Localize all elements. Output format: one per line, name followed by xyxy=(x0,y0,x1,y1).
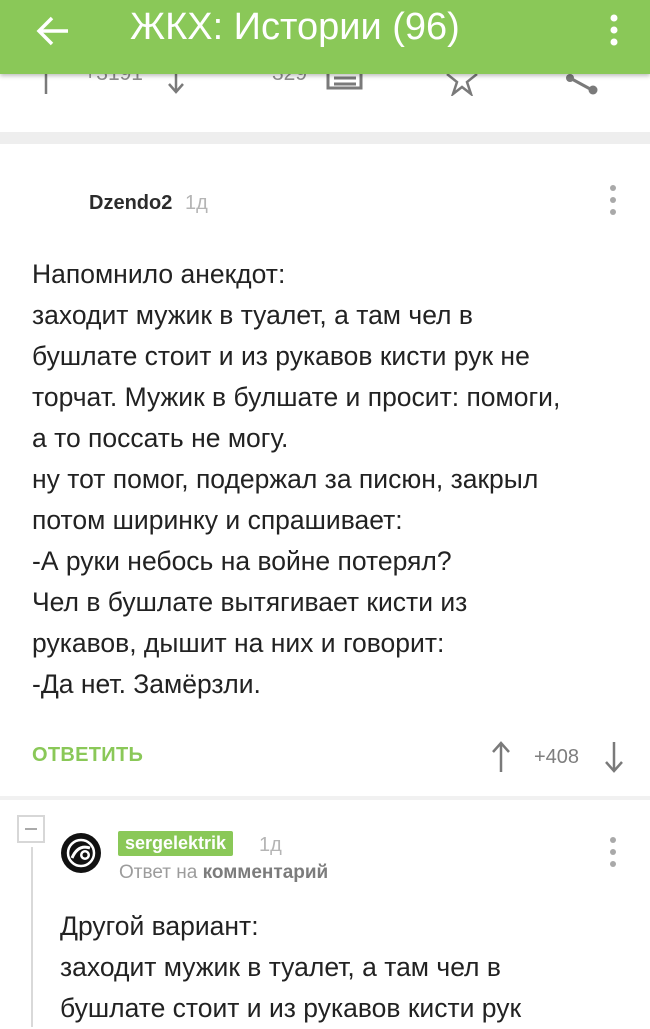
reply-to-link[interactable]: комментарий xyxy=(203,862,329,883)
comment-author[interactable]: Dzendo2 xyxy=(89,192,172,215)
reply-to-prefix: Ответ на xyxy=(119,862,198,883)
avatar[interactable] xyxy=(60,832,102,874)
post-rating: +3191 xyxy=(84,74,143,86)
minus-icon xyxy=(25,828,37,830)
comment-text: Другой вариант: заходит мужик в туалет, … xyxy=(60,911,522,1023)
comments-count: 329 xyxy=(272,74,307,86)
app-bar: ЖКХ: Истории (96) xyxy=(0,0,650,74)
comment-menu-icon[interactable] xyxy=(607,183,619,219)
reply-to-line: Ответ на комментарий xyxy=(119,862,328,884)
post-actions: +3191 329 xyxy=(0,74,650,132)
comment-rating: +408 xyxy=(534,746,580,768)
more-vertical-icon[interactable] xyxy=(602,10,626,50)
arrow-left-icon[interactable] xyxy=(30,6,80,56)
thread-line xyxy=(31,847,33,1027)
downvote-icon[interactable] xyxy=(603,740,625,774)
upvote-icon[interactable] xyxy=(490,740,512,774)
comment-separator xyxy=(0,796,650,800)
arrow-up-icon[interactable] xyxy=(36,74,56,96)
star-icon[interactable] xyxy=(444,74,480,96)
share-icon[interactable] xyxy=(562,74,602,96)
comments-icon[interactable] xyxy=(326,74,364,96)
arrow-down-icon[interactable] xyxy=(166,74,186,96)
comment-age: 1д xyxy=(259,834,282,856)
page-title: ЖКХ: Истории (96) xyxy=(130,6,460,48)
comment-author-badge[interactable]: sergelektrik xyxy=(118,831,234,856)
comment-text: Напомнило анекдот: заходит мужик в туале… xyxy=(32,259,561,699)
comment-menu-icon[interactable] xyxy=(607,835,619,871)
post-separator xyxy=(0,132,650,144)
comment-age: 1д xyxy=(185,192,208,214)
collapse-thread-button[interactable] xyxy=(17,815,45,843)
reply-button[interactable]: ОТВЕТИТЬ xyxy=(32,744,143,767)
